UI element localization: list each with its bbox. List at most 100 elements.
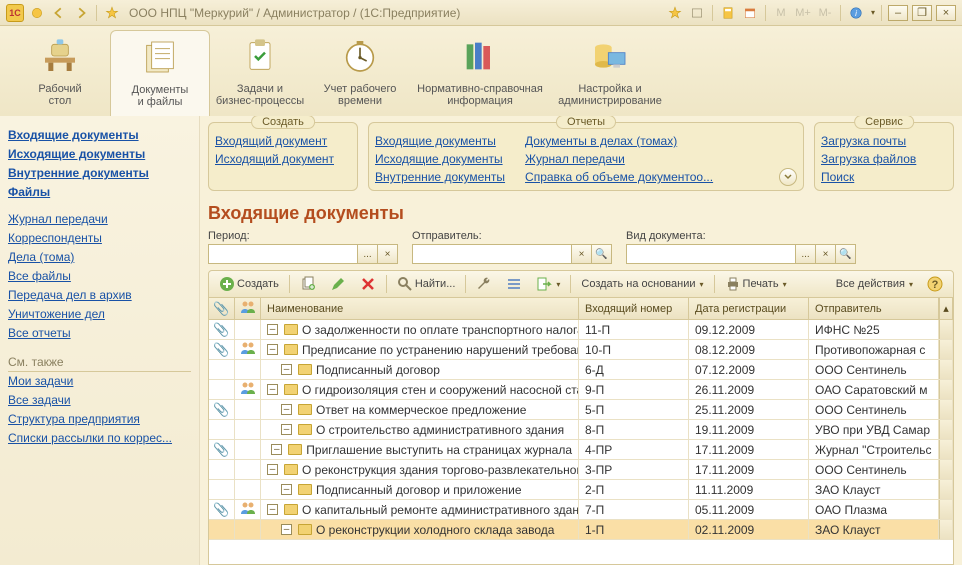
header-name[interactable]: Наименование [261, 298, 579, 319]
table-row[interactable]: 📎–Ответ на коммерческое предложение5-П25… [209, 400, 953, 420]
sidebar-archive[interactable]: Передача дел в архив [8, 286, 191, 305]
nav-forward-icon[interactable] [72, 4, 90, 22]
panel-reports-expand-icon[interactable] [779, 168, 797, 186]
tb-settings-button[interactable] [472, 274, 496, 294]
table-row[interactable]: –О реконструкции холодного склада завода… [209, 520, 953, 540]
scroll-up-icon[interactable]: ▴ [939, 298, 953, 319]
tree-toggle-icon[interactable]: – [271, 444, 282, 455]
report-journal[interactable]: Журнал передачи [525, 151, 713, 168]
nav-back-icon[interactable] [50, 4, 68, 22]
nav-admin[interactable]: Настройка и администрирование [550, 30, 670, 116]
scrollbar-track[interactable] [939, 320, 953, 339]
tb-print-button[interactable]: Печать▾ [721, 274, 791, 294]
scrollbar-track[interactable] [939, 380, 953, 399]
tree-toggle-icon[interactable]: – [267, 324, 278, 335]
sidebar-journal[interactable]: Журнал передачи [8, 210, 191, 229]
tree-toggle-icon[interactable]: – [281, 484, 292, 495]
header-users-icon[interactable] [235, 298, 261, 319]
star-add-icon[interactable] [666, 4, 684, 22]
sidebar-incoming[interactable]: Входящие документы [8, 126, 191, 145]
tb-create-button[interactable]: Создать [215, 274, 283, 294]
service-mail[interactable]: Загрузка почты [821, 133, 947, 150]
sidebar-all-reports[interactable]: Все отчеты [8, 324, 191, 343]
scrollbar-track[interactable] [939, 480, 953, 499]
report-volume[interactable]: Справка об объеме документоо... [525, 169, 713, 186]
tb-create-based-button[interactable]: Создать на основании▾ [577, 276, 707, 292]
filter-kind-select-button[interactable]: ... [796, 244, 816, 264]
tb-all-actions-button[interactable]: Все действия▾ [832, 276, 917, 292]
table-row[interactable]: –Подписанный договор6-Д07.12.2009ООО Сен… [209, 360, 953, 380]
window-restore-button[interactable]: ❐ [912, 5, 932, 21]
filter-kind-clear-button[interactable]: × [816, 244, 836, 264]
sidebar-outgoing[interactable]: Исходящие документы [8, 145, 191, 164]
scrollbar-track[interactable] [939, 340, 953, 359]
calendar-icon[interactable] [741, 4, 759, 22]
sidebar-mailing-lists[interactable]: Списки рассылки по коррес... [8, 429, 191, 448]
tree-toggle-icon[interactable]: – [267, 464, 278, 475]
sidebar-all-files[interactable]: Все файлы [8, 267, 191, 286]
filter-period-input[interactable] [208, 244, 358, 264]
tb-edit-button[interactable] [326, 274, 350, 294]
tb-help-button[interactable]: ? [923, 274, 947, 294]
scrollbar-track[interactable] [939, 420, 953, 439]
table-row[interactable]: 📎–Приглашение выступить на страницах жур… [209, 440, 953, 460]
window-minimize-button[interactable]: – [888, 5, 908, 21]
create-outgoing[interactable]: Исходящий документ [215, 151, 351, 168]
table-row[interactable]: 📎–О капитальный ремонте административног… [209, 500, 953, 520]
tree-toggle-icon[interactable]: – [281, 364, 292, 375]
table-row[interactable]: –О гидроизоляция стен и сооружений насос… [209, 380, 953, 400]
tb-copy-button[interactable] [296, 274, 320, 294]
info-icon[interactable]: i [847, 4, 865, 22]
nav-documents[interactable]: Документы и файлы [110, 30, 210, 116]
sidebar-my-tasks[interactable]: Мои задачи [8, 372, 191, 391]
report-cases[interactable]: Документы в делах (томах) [525, 133, 713, 150]
info-dropdown-icon[interactable]: ▾ [871, 8, 875, 17]
header-sender[interactable]: Отправитель [809, 298, 939, 319]
sidebar-all-tasks[interactable]: Все задачи [8, 391, 191, 410]
table-row[interactable]: 📎–Предписание по устранению нарушений тр… [209, 340, 953, 360]
calculator-icon[interactable] [719, 4, 737, 22]
tb-list-button[interactable] [502, 274, 526, 294]
sidebar-cases[interactable]: Дела (тома) [8, 248, 191, 267]
scrollbar-track[interactable] [939, 360, 953, 379]
grid-body[interactable]: 📎–О задолженности по оплате транспортног… [209, 320, 953, 564]
scrollbar-track[interactable] [939, 400, 953, 419]
tb-export-button[interactable]: ▾ [532, 274, 564, 294]
header-date[interactable]: Дата регистрации [689, 298, 809, 319]
filter-period-select-button[interactable]: ... [358, 244, 378, 264]
report-outgoing[interactable]: Исходящие документы [375, 151, 505, 168]
scrollbar-track[interactable] [939, 520, 953, 539]
filter-sender-input[interactable] [412, 244, 572, 264]
filter-kind-lookup-button[interactable]: 🔍 [836, 244, 856, 264]
table-row[interactable]: 📎–О задолженности по оплате транспортног… [209, 320, 953, 340]
table-row[interactable]: –Подписанный договор и приложение2-П11.1… [209, 480, 953, 500]
nav-desktop[interactable]: Рабочий стол [10, 30, 110, 116]
filter-kind-input[interactable] [626, 244, 796, 264]
header-num[interactable]: Входящий номер [579, 298, 689, 319]
tree-toggle-icon[interactable]: – [281, 524, 292, 535]
tree-toggle-icon[interactable]: – [281, 424, 292, 435]
report-internal[interactable]: Внутренние документы [375, 169, 505, 186]
tree-toggle-icon[interactable]: – [267, 384, 278, 395]
service-files[interactable]: Загрузка файлов [821, 151, 947, 168]
nav-reference[interactable]: Нормативно-справочная информация [410, 30, 550, 116]
tb-find-button[interactable]: Найти... [393, 274, 460, 294]
history-icon[interactable] [688, 4, 706, 22]
scrollbar-track[interactable] [939, 460, 953, 479]
table-row[interactable]: –О строительство административного здани… [209, 420, 953, 440]
tree-toggle-icon[interactable]: – [281, 404, 292, 415]
star-icon[interactable] [103, 4, 121, 22]
sidebar-correspondents[interactable]: Корреспонденты [8, 229, 191, 248]
create-incoming[interactable]: Входящий документ [215, 133, 351, 150]
header-attach-icon[interactable]: 📎 [209, 298, 235, 319]
report-incoming[interactable]: Входящие документы [375, 133, 505, 150]
nav-time[interactable]: Учет рабочего времени [310, 30, 410, 116]
filter-period-clear-button[interactable]: × [378, 244, 398, 264]
tb-delete-button[interactable] [356, 274, 380, 294]
sidebar-internal[interactable]: Внутренние документы [8, 164, 191, 183]
sidebar-destroy[interactable]: Уничтожение дел [8, 305, 191, 324]
sidebar-org-structure[interactable]: Структура предприятия [8, 410, 191, 429]
scrollbar-track[interactable] [939, 500, 953, 519]
nav-tasks[interactable]: Задачи и бизнес-процессы [210, 30, 310, 116]
window-close-button[interactable]: × [936, 5, 956, 21]
